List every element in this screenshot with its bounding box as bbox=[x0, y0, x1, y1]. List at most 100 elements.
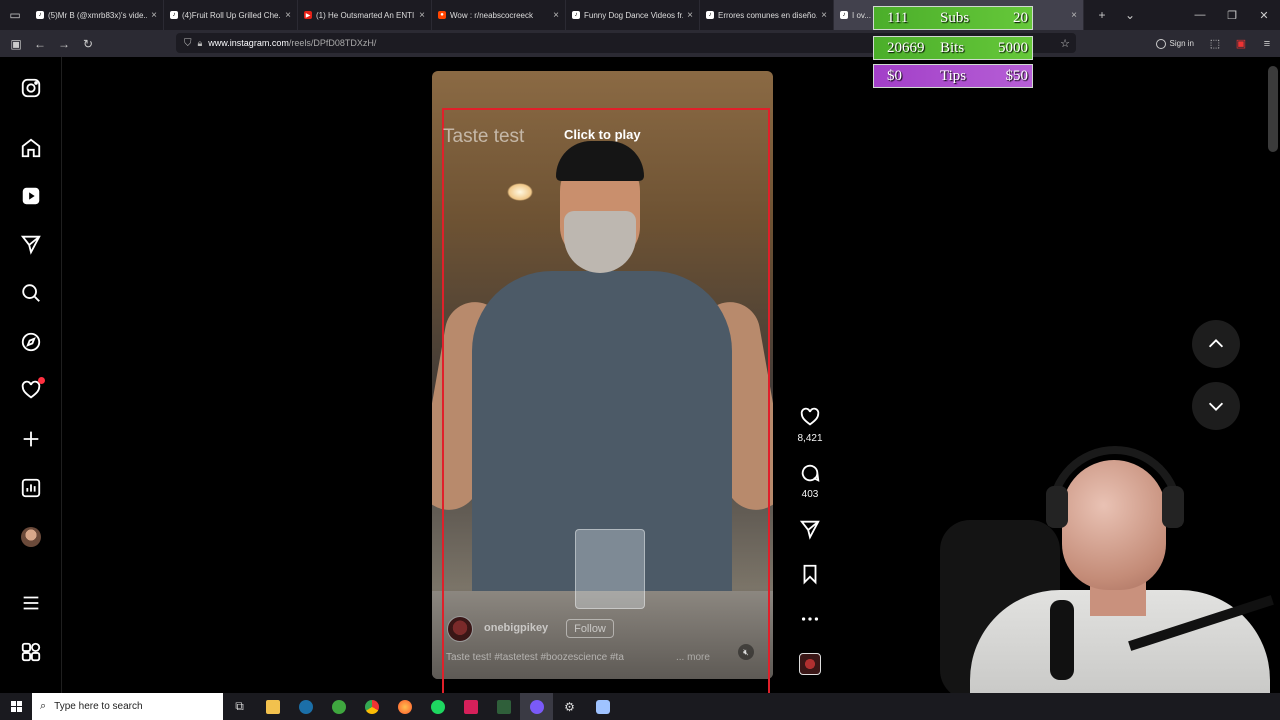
reel-author-username[interactable]: onebigpikey bbox=[484, 622, 548, 634]
also-from-meta-icon[interactable] bbox=[19, 640, 43, 664]
reel-author-avatar[interactable] bbox=[447, 616, 473, 642]
webcam-ear-cup-right bbox=[1162, 486, 1184, 528]
browser-tab[interactable]: ♪ (4)Fruit Roll Up Grilled Che... × bbox=[164, 0, 298, 30]
subs-label: Subs bbox=[940, 9, 970, 26]
dashboard-icon[interactable] bbox=[19, 476, 43, 500]
tiktok-icon: ♪ bbox=[840, 11, 848, 19]
click-to-play-label[interactable]: Click to play bbox=[564, 127, 641, 142]
sidebar-toggle-icon[interactable]: ▣ bbox=[4, 32, 28, 56]
taskbar-search-placeholder: Type here to search bbox=[54, 701, 143, 712]
tab-title: Funny Dog Dance Videos fr... bbox=[584, 10, 684, 20]
taskbar-search[interactable]: ⌕ Type here to search bbox=[32, 693, 223, 720]
browser-tab[interactable]: ♪ (5)Mr B (@xmrb83x)'s vide... × bbox=[30, 0, 164, 30]
browser-tab[interactable]: ● Wow : r/neabscocreeck × bbox=[432, 0, 566, 30]
chrome-icon[interactable] bbox=[355, 693, 388, 720]
create-plus-icon[interactable] bbox=[19, 427, 43, 451]
stream-highlight-frame bbox=[442, 108, 770, 693]
task-view-icon[interactable]: ⧉ bbox=[223, 693, 256, 720]
instagram-logo-icon[interactable] bbox=[19, 76, 43, 100]
tab-title: (5)Mr B (@xmrb83x)'s vide... bbox=[48, 10, 148, 20]
back-icon[interactable]: ← bbox=[28, 32, 52, 56]
lock-icon[interactable]: 🔒︎ bbox=[198, 38, 203, 49]
minimize-icon[interactable]: — bbox=[1184, 9, 1216, 22]
webcam-ear-cup-left bbox=[1046, 486, 1068, 528]
share-icon[interactable] bbox=[798, 518, 822, 545]
comment-count: 403 bbox=[801, 489, 819, 500]
save-bookmark-icon[interactable] bbox=[798, 563, 822, 590]
extension-red-icon[interactable]: ▣ bbox=[1228, 37, 1254, 50]
xbox-icon[interactable] bbox=[322, 693, 355, 720]
bits-goal-overlay: 20669 Bits 5000 bbox=[873, 36, 1033, 60]
tips-count: $0 bbox=[887, 67, 902, 84]
security-shield-icon[interactable] bbox=[586, 693, 619, 720]
terminal-icon[interactable] bbox=[487, 693, 520, 720]
close-window-icon[interactable]: ✕ bbox=[1248, 9, 1280, 22]
spotify-icon[interactable] bbox=[421, 693, 454, 720]
browser-tab[interactable]: ♪ Funny Dog Dance Videos fr... × bbox=[566, 0, 700, 30]
profile-avatar[interactable] bbox=[21, 527, 41, 547]
more-options-icon[interactable] bbox=[798, 608, 822, 635]
subs-goal-overlay: 111 Subs 20 bbox=[873, 6, 1033, 30]
bookmark-star-icon[interactable]: ☆ bbox=[1060, 37, 1070, 50]
sign-in-label: Sign in bbox=[1169, 39, 1194, 48]
messages-icon[interactable] bbox=[19, 232, 43, 256]
more-menu-icon[interactable] bbox=[19, 591, 43, 615]
close-tab-icon[interactable]: × bbox=[821, 10, 827, 21]
tab-overflow-icon[interactable]: ⌄ bbox=[1116, 8, 1144, 22]
bits-label: Bits bbox=[940, 39, 965, 56]
more-caption-link[interactable]: ... more bbox=[676, 652, 710, 663]
next-reel-button[interactable] bbox=[1192, 382, 1240, 430]
settings-gear-icon[interactable]: ⚙ bbox=[553, 693, 586, 720]
close-tab-icon[interactable]: × bbox=[151, 10, 157, 21]
browser-taskbar-icon[interactable] bbox=[520, 693, 553, 720]
tab-list-icon[interactable]: ▭ bbox=[0, 0, 30, 30]
close-tab-icon[interactable]: × bbox=[553, 10, 559, 21]
close-tab-icon[interactable]: × bbox=[285, 10, 291, 21]
tiktok-icon: ♪ bbox=[572, 11, 580, 19]
close-tab-icon[interactable]: × bbox=[419, 10, 425, 21]
forward-icon[interactable]: → bbox=[52, 32, 76, 56]
start-button[interactable] bbox=[0, 693, 32, 720]
home-icon[interactable] bbox=[19, 136, 43, 160]
windows-taskbar: ⌕ Type here to search ⧉ ⚙ bbox=[0, 693, 1280, 720]
search-icon: ⌕ bbox=[40, 700, 47, 712]
reload-icon[interactable]: ↻ bbox=[76, 32, 100, 56]
firefox-icon[interactable] bbox=[388, 693, 421, 720]
instagram-sidebar bbox=[0, 57, 62, 693]
search-icon[interactable] bbox=[19, 281, 43, 305]
file-explorer-icon[interactable] bbox=[256, 693, 289, 720]
like-icon[interactable] bbox=[798, 406, 822, 433]
extensions-icon[interactable]: ⬚ bbox=[1202, 37, 1228, 50]
chevron-up-icon bbox=[1208, 339, 1224, 348]
new-tab-icon[interactable]: + bbox=[1088, 8, 1116, 22]
microphone-icon bbox=[1050, 600, 1074, 680]
steam-icon[interactable] bbox=[289, 693, 322, 720]
nav-right-controls: Sign in ⬚ ▣ ≡ bbox=[1148, 30, 1280, 57]
mute-icon[interactable]: 🔇︎ bbox=[738, 644, 754, 660]
audio-track-avatar[interactable] bbox=[799, 653, 821, 675]
streamer-webcam bbox=[930, 440, 1280, 693]
browser-tab[interactable]: ▶ (1) He Outsmarted An ENTI... × bbox=[298, 0, 432, 30]
explore-icon[interactable] bbox=[19, 330, 43, 354]
account-icon bbox=[1155, 38, 1166, 49]
restore-icon[interactable]: ❐ bbox=[1216, 9, 1248, 22]
tabbar-controls: + ⌄ — ❐ ✕ bbox=[1088, 0, 1280, 30]
page-scrollbar[interactable] bbox=[1268, 66, 1278, 152]
tiktok-icon: ♪ bbox=[706, 11, 714, 19]
subs-count: 111 bbox=[887, 9, 909, 26]
menu-icon[interactable]: ≡ bbox=[1254, 38, 1280, 50]
close-tab-icon[interactable]: × bbox=[687, 10, 693, 21]
reddit-icon: ● bbox=[438, 11, 446, 19]
browser-tab[interactable]: ♪ Errores comunes en diseño... × bbox=[700, 0, 834, 30]
follow-button[interactable]: Follow bbox=[566, 619, 614, 638]
tab-title: (4)Fruit Roll Up Grilled Che... bbox=[182, 10, 282, 20]
sign-in-button[interactable]: Sign in bbox=[1148, 38, 1202, 49]
reels-icon[interactable] bbox=[19, 184, 43, 208]
tab-title: Errores comunes en diseño... bbox=[718, 10, 818, 20]
comment-icon[interactable] bbox=[798, 462, 822, 489]
notifications-heart-icon[interactable] bbox=[19, 377, 45, 402]
previous-reel-button[interactable] bbox=[1192, 320, 1240, 368]
app-red-icon[interactable] bbox=[454, 693, 487, 720]
shield-icon[interactable]: ⛉ bbox=[184, 38, 192, 49]
close-tab-icon[interactable]: × bbox=[1071, 10, 1077, 21]
